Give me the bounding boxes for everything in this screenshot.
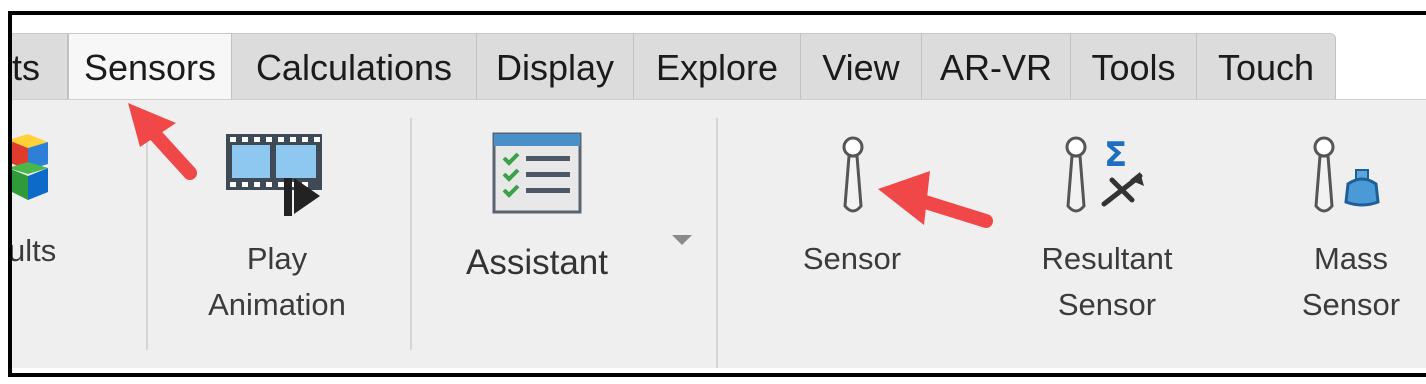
results-label: ults — [8, 233, 57, 268]
group-separator — [410, 118, 412, 350]
screenshot-frame: ts Sensors Calculations Display Explore … — [8, 11, 1426, 377]
resultant-label: Resultant — [1041, 241, 1173, 276]
tab-calculations[interactable]: Calculations — [232, 33, 477, 101]
mass-label: Mass — [1313, 241, 1389, 276]
annotation-arrow-sensors-tab — [118, 99, 208, 191]
annotation-arrow-sensor-button — [872, 165, 1002, 241]
tab-explore[interactable]: Explore — [634, 33, 801, 101]
tab-ar-vr[interactable]: AR-VR — [922, 33, 1071, 101]
animation-label: Animation — [208, 287, 346, 322]
tab-display[interactable]: Display — [477, 33, 634, 101]
sensor-label: Sensor — [802, 241, 902, 276]
ribbon-panel: ults Play Animation Assistant Sensor Σ R… — [12, 99, 1426, 368]
checklist-window-icon[interactable] — [492, 132, 582, 216]
assistant-label: Assistant — [466, 243, 608, 282]
resultant-sensor-label: Sensor — [1057, 287, 1157, 322]
group-separator — [716, 118, 718, 368]
probe-icon[interactable] — [838, 136, 868, 216]
film-strip-play-icon[interactable] — [224, 130, 324, 220]
tab-sensors[interactable]: Sensors — [68, 33, 232, 103]
mass-sensor-label: Sensor — [1301, 287, 1401, 322]
probe-weight-icon[interactable] — [1308, 134, 1398, 216]
tab-view[interactable]: View — [801, 33, 922, 101]
svg-text:Σ: Σ — [1104, 135, 1127, 175]
tab-tools[interactable]: Tools — [1071, 33, 1197, 101]
probe-sigma-icon[interactable]: Σ — [1060, 132, 1150, 218]
tab-results[interactable]: ts — [12, 33, 68, 101]
play-label: Play — [246, 241, 308, 276]
tab-touch[interactable]: Touch — [1197, 33, 1336, 101]
triangle-down-icon[interactable] — [672, 234, 692, 246]
stacked-color-blocks-icon[interactable] — [12, 130, 58, 210]
